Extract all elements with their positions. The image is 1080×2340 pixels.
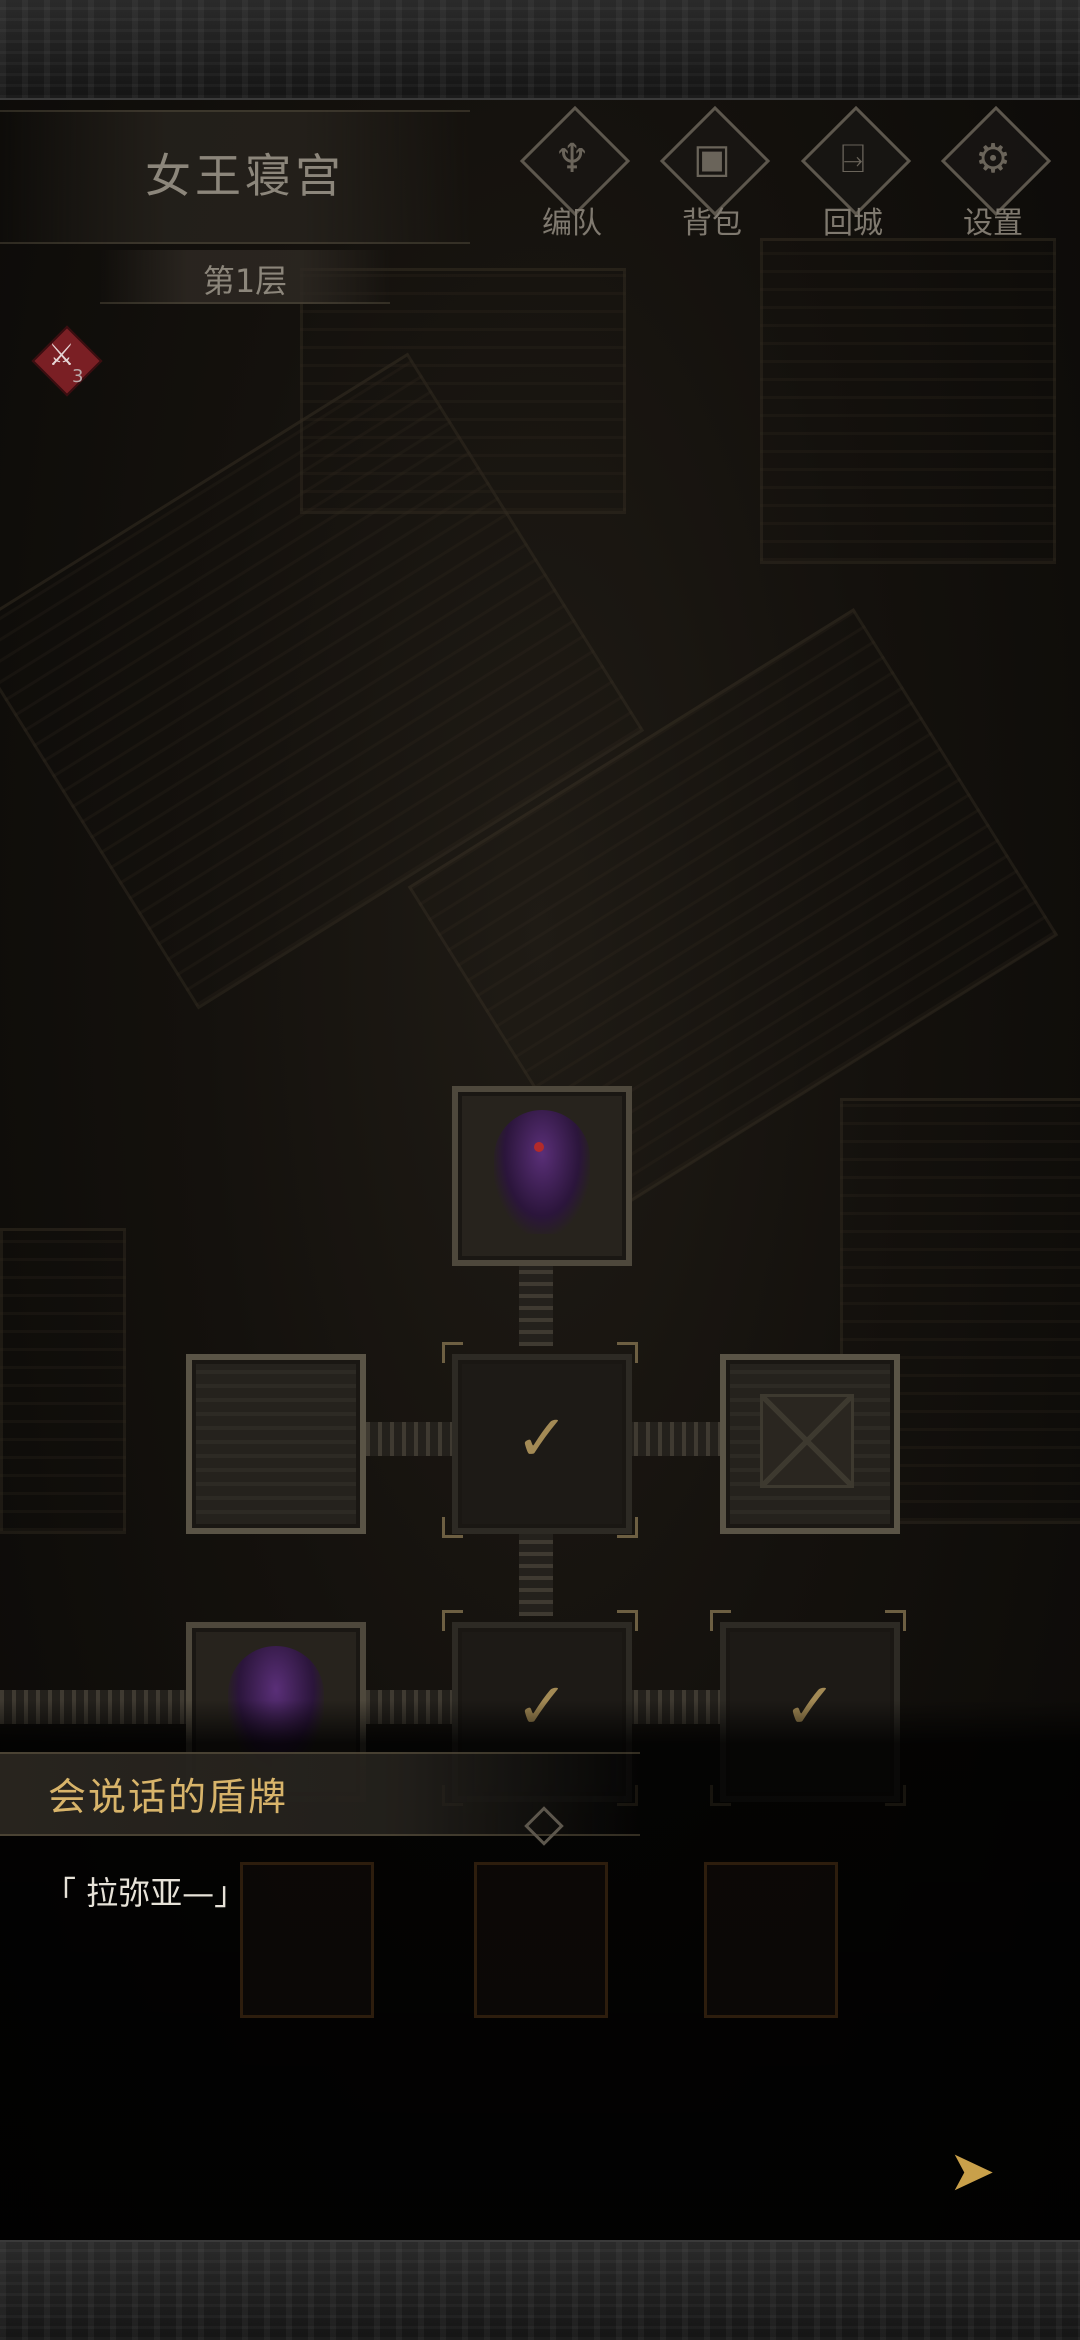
dialogue-text: 「 拉弥亚—」 — [44, 1874, 247, 1912]
hooded-enemy-icon — [494, 1110, 590, 1234]
party-card — [704, 1862, 838, 2018]
status-effect-count: 3 — [72, 366, 84, 387]
team-button-label: 编队 — [542, 206, 602, 241]
bottom-ornate-border — [0, 2240, 1080, 2340]
room-enemy[interactable] — [452, 1086, 632, 1266]
room-unexplored[interactable] — [186, 1354, 366, 1534]
dungeon-map-screen: 女王寝宫 第1层 ♆ 编队 ▣ 背包 ⍈ 回城 ⚙ 设置 ⚔ 3 ✓ 会说话的盾… — [0, 0, 1080, 2340]
dungeon-name: 女王寝宫 — [145, 149, 345, 203]
room-cleared[interactable]: ✓ — [452, 1354, 632, 1534]
team-button[interactable]: ♆ 编队 — [514, 105, 631, 242]
backpack-icon: ▣ — [693, 136, 731, 182]
corridor — [519, 1254, 553, 1346]
room-treasure[interactable] — [720, 1354, 900, 1534]
top-ornate-border — [0, 0, 1080, 100]
party-card — [240, 1862, 374, 2018]
sword-status-icon: ⚔ — [48, 338, 75, 373]
return-button[interactable]: ⍈ 回城 — [795, 105, 912, 242]
speaker-name: 会说话的盾牌 — [48, 1775, 289, 1819]
gear-icon: ⚙ — [975, 136, 1011, 182]
enemy-eye — [534, 1142, 544, 1152]
next-arrow-icon[interactable]: ➤ — [942, 2142, 1002, 2202]
corridor — [354, 1422, 456, 1456]
horned-helmet-icon: ♆ — [554, 136, 590, 182]
bag-button-label: 背包 — [682, 206, 742, 241]
crate-icon — [760, 1394, 854, 1488]
door-exit-icon: ⍈ — [841, 136, 865, 182]
return-button-label: 回城 — [823, 206, 883, 241]
settings-button-label: 设置 — [963, 206, 1023, 241]
floor-label: 第1层 — [202, 262, 288, 300]
checkmark-icon: ✓ — [515, 1402, 569, 1476]
party-card — [474, 1862, 608, 2018]
settings-button[interactable]: ⚙ 设置 — [935, 105, 1052, 242]
bag-button[interactable]: ▣ 背包 — [654, 105, 771, 242]
